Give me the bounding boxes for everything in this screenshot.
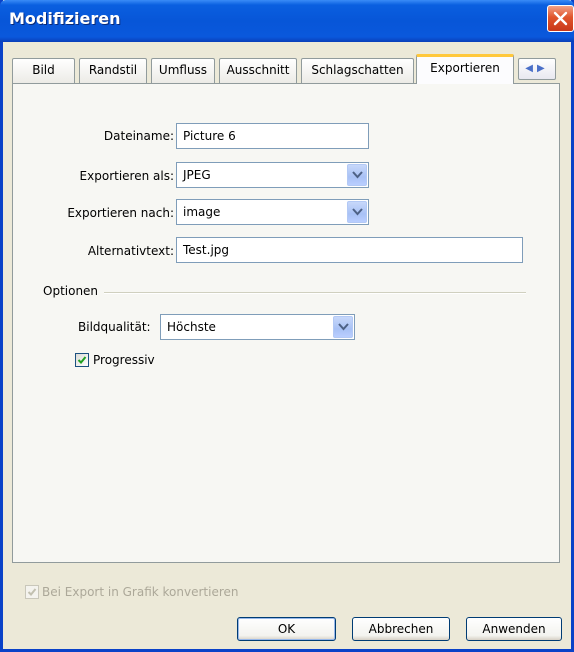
chevron-right-icon[interactable]: ▶ <box>537 63 549 74</box>
chevron-down-icon <box>338 323 349 331</box>
tab-scroll-buttons[interactable]: ◀▶ <box>518 58 556 80</box>
title-bar[interactable]: Modifizieren <box>0 0 574 42</box>
apply-button[interactable]: Anwenden <box>466 617 562 641</box>
export-as-label: Exportieren als: <box>79 169 174 183</box>
export-to-label: Exportieren nach: <box>67 206 174 220</box>
tab-exportieren[interactable]: Exportieren <box>416 54 514 84</box>
quality-value: Höchste <box>167 320 216 334</box>
cancel-button[interactable]: Abbrechen <box>352 617 450 641</box>
convert-label: Bei Export in Grafik konvertieren <box>42 585 239 599</box>
export-to-value: image <box>183 205 221 219</box>
progressive-label: Progressiv <box>93 353 155 367</box>
quality-select[interactable]: Höchste <box>160 314 355 340</box>
check-icon <box>77 356 87 364</box>
progressive-checkbox[interactable] <box>75 353 89 367</box>
close-button[interactable] <box>547 5 574 32</box>
tab-umfluss[interactable]: Umfluss <box>151 58 215 83</box>
ok-button[interactable]: OK <box>237 617 336 641</box>
chevron-left-icon[interactable]: ◀ <box>525 63 537 74</box>
window-title: Modifizieren <box>9 9 121 28</box>
check-icon <box>27 588 37 596</box>
options-group-title: Optionen <box>43 284 105 298</box>
alt-text-label: Alternativtext: <box>87 244 174 258</box>
close-icon <box>553 11 568 26</box>
alt-text-field[interactable]: Test.jpg <box>176 237 523 263</box>
tab-schlagschatten[interactable]: Schlagschatten <box>301 58 414 83</box>
chevron-down-icon <box>352 171 363 179</box>
export-to-dropdown-button[interactable] <box>347 201 367 223</box>
export-as-dropdown-button[interactable] <box>347 164 367 186</box>
export-to-select[interactable]: image <box>176 199 369 225</box>
tab-randstil[interactable]: Randstil <box>79 58 147 83</box>
quality-label: Bildqualität: <box>78 320 151 334</box>
quality-dropdown-button[interactable] <box>333 316 353 338</box>
tab-bild[interactable]: Bild <box>12 58 75 83</box>
convert-checkbox[interactable] <box>25 585 39 599</box>
filename-field[interactable]: Picture 6 <box>176 123 369 149</box>
chevron-down-icon <box>352 208 363 216</box>
options-group-divider <box>43 292 526 294</box>
export-as-value: JPEG <box>183 168 211 182</box>
tab-ausschnitt[interactable]: Ausschnitt <box>219 58 297 83</box>
filename-label: Dateiname: <box>103 129 174 143</box>
export-as-select[interactable]: JPEG <box>176 162 369 188</box>
